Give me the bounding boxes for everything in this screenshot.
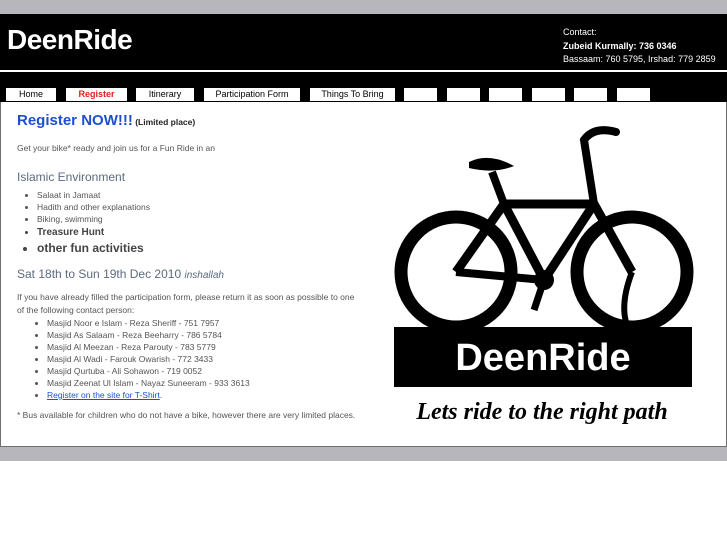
header: DeenRide Contact: Zubeid Kurmally: 736 0… bbox=[0, 14, 727, 70]
list-item: other fun activities bbox=[37, 240, 357, 257]
contact-primary: Zubeid Kurmally: 736 0346 bbox=[563, 40, 677, 51]
main-content: Register NOW!!! (Limited place) Get your… bbox=[0, 102, 727, 447]
nav-empty-2[interactable] bbox=[446, 87, 481, 102]
nav-empty-3[interactable] bbox=[488, 87, 523, 102]
list-item: Masjid Al Meezan - Reza Parouty - 783 57… bbox=[47, 341, 357, 353]
nav-participation-form[interactable]: Participation Form bbox=[203, 87, 301, 102]
event-date-text: Sat 18th to Sun 19th Dec 2010 bbox=[17, 267, 182, 281]
top-bar bbox=[0, 0, 727, 14]
tshirt-register-link[interactable]: Register on the site for T-Shirt bbox=[47, 390, 160, 400]
list-item: Register on the site for T-Shirt. bbox=[47, 389, 357, 401]
tshirt-link-suffix: . bbox=[159, 390, 163, 400]
header-contact: Contact: Zubeid Kurmally: 736 0346 Bassa… bbox=[563, 26, 716, 67]
list-item: Hadith and other explanations bbox=[37, 201, 357, 213]
environment-heading: Islamic Environment bbox=[17, 170, 126, 184]
event-date: Sat 18th to Sun 19th Dec 2010 inshallah bbox=[17, 267, 357, 281]
nav-itinerary[interactable]: Itinerary bbox=[135, 87, 195, 102]
intro-text: Get your bike* ready and join us for a F… bbox=[17, 143, 215, 153]
list-item: Biking, swimming bbox=[37, 213, 357, 225]
list-item: Masjid Noor e Islam - Reza Sheriff - 751… bbox=[47, 317, 357, 329]
register-heading: Register NOW!!! (Limited place) bbox=[17, 112, 357, 129]
contact-persons-list: Masjid Noor e Islam - Reza Sheriff - 751… bbox=[17, 317, 357, 401]
logo-banner-text: DeenRide bbox=[455, 337, 630, 379]
logo-tagline: Lets ride to the right path bbox=[415, 399, 667, 425]
list-item: Masjid Qurtuba - Ali Sohawon - 719 0052 bbox=[47, 365, 357, 377]
nav-register[interactable]: Register bbox=[65, 87, 128, 102]
list-item: Masjid Zeenat Ul Islam - Nayaz Suneeram … bbox=[47, 377, 357, 389]
register-title-sub: (Limited place) bbox=[135, 117, 196, 127]
register-title: Register NOW!!! bbox=[17, 112, 133, 129]
event-date-suffix: inshallah bbox=[184, 270, 224, 281]
instructions-text: If you have already filled the participa… bbox=[17, 292, 355, 315]
nav-things-to-bring[interactable]: Things To Bring bbox=[309, 87, 396, 102]
contact-secondary: Bassaam: 760 5795, Irshad: 779 2859 bbox=[563, 54, 716, 64]
nav-empty-1[interactable] bbox=[403, 87, 438, 102]
list-item: Masjid As Salaam - Reza Beeharry - 786 5… bbox=[47, 329, 357, 341]
nav-home[interactable]: Home bbox=[5, 87, 57, 102]
bottom-bar bbox=[0, 447, 727, 461]
nav-empty-4[interactable] bbox=[531, 87, 566, 102]
list-item: Salaat in Jamaat bbox=[37, 189, 357, 201]
contact-label: Contact: bbox=[563, 27, 597, 37]
nav-bar: Home Register Itinerary Participation Fo… bbox=[0, 72, 727, 102]
nav-empty-6[interactable] bbox=[616, 87, 651, 102]
deenride-logo-image: DeenRide Lets ride to the right path bbox=[394, 126, 694, 425]
list-item: Treasure Hunt bbox=[37, 225, 357, 240]
site-logo-title[interactable]: DeenRide bbox=[7, 24, 133, 56]
activities-list: Salaat in Jamaat Hadith and other explan… bbox=[17, 189, 357, 257]
nav-empty-5[interactable] bbox=[573, 87, 608, 102]
bicycle-icon bbox=[394, 126, 694, 355]
list-item: Masjid Al Wadi - Farouk Owarish - 772 34… bbox=[47, 353, 357, 365]
bus-note: * Bus available for children who do not … bbox=[17, 410, 356, 420]
register-text-column: Register NOW!!! (Limited place) Get your… bbox=[17, 112, 357, 420]
